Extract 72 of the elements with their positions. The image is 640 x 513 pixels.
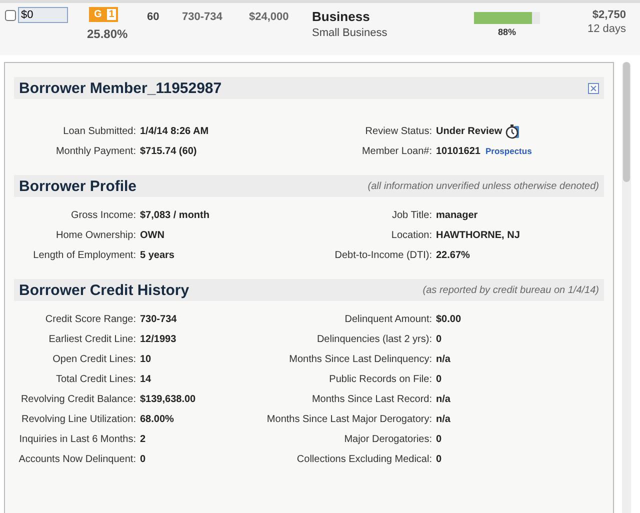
field-value: 10101621 [436,146,480,156]
invest-amount-field[interactable]: $0 [18,7,68,23]
field-label: Total Credit Lines: [54,374,136,384]
field-label: Public Records on File: [328,374,432,384]
select-checkbox[interactable] [5,10,16,20]
section-note: (all information unverified unless otherwise denoted) [368,180,599,192]
field-label: Accounts Now Delinquent: [18,454,136,464]
field-label: Delinquencies (last 2 yrs): [316,334,432,344]
field-value: 0 [436,334,442,344]
field-value: 22.67% [436,250,470,260]
field-value: 730-734 [140,314,177,324]
field-value: $0.00 [436,314,462,324]
field-label: Length of Employment: [32,250,136,260]
field-value: 0 [436,374,442,384]
field-label: Debt-to-Income (DTI): [334,250,432,260]
field-label: Job Title: [390,210,432,220]
amount-remaining: $2,750 [592,9,626,21]
grade-badge: G 1 [89,7,118,22]
field-label: Months Since Last Delinquency: [288,354,432,364]
field-value: $7,083 / month [140,210,210,220]
field-value: 0 [436,454,442,464]
loan-term: 60 [147,11,160,23]
prospectus-link[interactable]: Prospectus [486,146,532,156]
field-label: Credit Score Range: [44,314,136,324]
field-label: Earliest Credit Line: [48,334,136,344]
section-note: (as reported by credit bureau on 1/4/14) [422,284,599,296]
field-value: 68.00% [140,414,174,424]
field-value: 10 [140,354,152,364]
field-label: Monthly Payment: [54,146,136,156]
field-value: HAWTHORNE, NJ [436,230,520,240]
field-label: Months Since Last Record: [310,394,432,404]
field-value: 5 years [140,250,174,260]
field-label: Revolving Credit Balance: [20,394,136,404]
field-label: Collections Excluding Medical: [296,454,432,464]
field-label: Gross Income: [70,210,136,220]
field-value: 2 [140,434,146,444]
field-label: Inquiries in Last 6 Months: [18,434,136,444]
field-label: Review Status: [364,126,432,136]
field-label: Open Credit Lines: [52,354,136,364]
field-value: OWN [140,230,164,240]
field-value: 0 [436,434,442,444]
field-label: Delinquent Amount: [344,314,432,324]
interest-rate: 25.80% [87,27,128,41]
field-label: Loan Submitted: [62,126,136,136]
section-title: Borrower Member_11952987 [19,80,222,96]
field-value: 1/4/14 8:26 AM [140,126,209,136]
loan-amount: $24,000 [249,11,290,23]
field-label: Location: [390,230,432,240]
field-label: Member Loan#: [360,146,432,156]
time-left: 12 days [587,23,626,35]
field-value: n/a [436,414,450,424]
field-value: $139,638.00 [140,394,196,404]
field-value: 12/1993 [140,334,176,344]
loan-purpose: Business [312,9,371,24]
field-value: n/a [436,394,450,404]
field-value: $715.74 (60) [140,146,197,156]
fico-range: 730-734 [182,11,224,23]
field-value: manager [436,210,478,220]
field-value: Under Review [436,126,502,136]
field-label: Home Ownership: [54,230,136,240]
field-label: Months Since Last Major Derogatory: [266,414,432,424]
stopwatch-icon[interactable] [505,124,520,138]
field-value: n/a [436,354,450,364]
loan-subpurpose: Small Business [312,27,388,39]
field-value: 0 [140,454,146,464]
section-title: Borrower Profile [19,178,137,194]
field-label: Revolving Line Utilization: [20,414,136,424]
close-icon[interactable] [588,82,599,94]
field-value: 14 [140,374,152,384]
field-label: Major Derogatories: [343,434,432,444]
funded-percent: 88% [498,27,516,37]
section-title: Borrower Credit History [19,282,190,298]
